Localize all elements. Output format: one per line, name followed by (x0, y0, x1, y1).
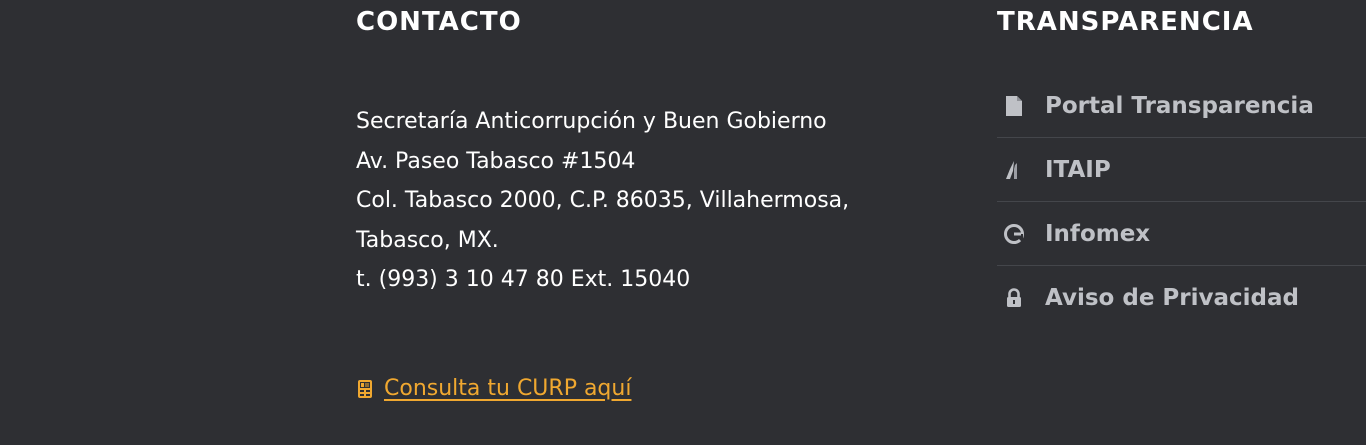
transparency-link-label: Aviso de Privacidad (1045, 284, 1299, 311)
id-card-icon (356, 379, 374, 399)
transparency-links: Portal Transparencia ITAIP Infomex Aviso… (997, 74, 1366, 329)
address-line-organization: Secretaría Anticorrupción y Buen Gobiern… (356, 109, 827, 134)
address-line-street: Av. Paseo Tabasco #1504 (356, 148, 636, 174)
lock-icon (1003, 287, 1025, 309)
transparency-link-label: Portal Transparencia (1045, 92, 1314, 119)
contact-address: Secretaría Anticorrupción y Buen Gobiern… (356, 102, 849, 300)
infomex-logo-icon (1003, 223, 1025, 245)
address-line-state: Tabasco, MX. (356, 227, 499, 253)
document-icon (1003, 95, 1025, 117)
transparency-link-label: Infomex (1045, 220, 1151, 247)
transparency-link-label: ITAIP (1045, 156, 1111, 183)
curp-link[interactable]: Consulta tu CURP aquí (384, 374, 631, 404)
transparency-heading: TRANSPARENCIA (997, 7, 1254, 37)
address-line-colony: Col. Tabasco 2000, C.P. 86035, Villaherm… (356, 188, 850, 213)
contact-heading: CONTACTO (356, 7, 522, 37)
transparency-link-infomex[interactable]: Infomex (997, 202, 1366, 266)
transparency-link-privacy[interactable]: Aviso de Privacidad (997, 266, 1366, 329)
transparency-link-itaip[interactable]: ITAIP (997, 138, 1366, 202)
itaip-logo-icon (1003, 159, 1025, 181)
transparency-link-portal[interactable]: Portal Transparencia (997, 74, 1366, 138)
curp-link-row[interactable]: Consulta tu CURP aquí (356, 374, 631, 404)
contact-phone: t. (993) 3 10 47 80 Ext. 15040 (356, 267, 691, 292)
